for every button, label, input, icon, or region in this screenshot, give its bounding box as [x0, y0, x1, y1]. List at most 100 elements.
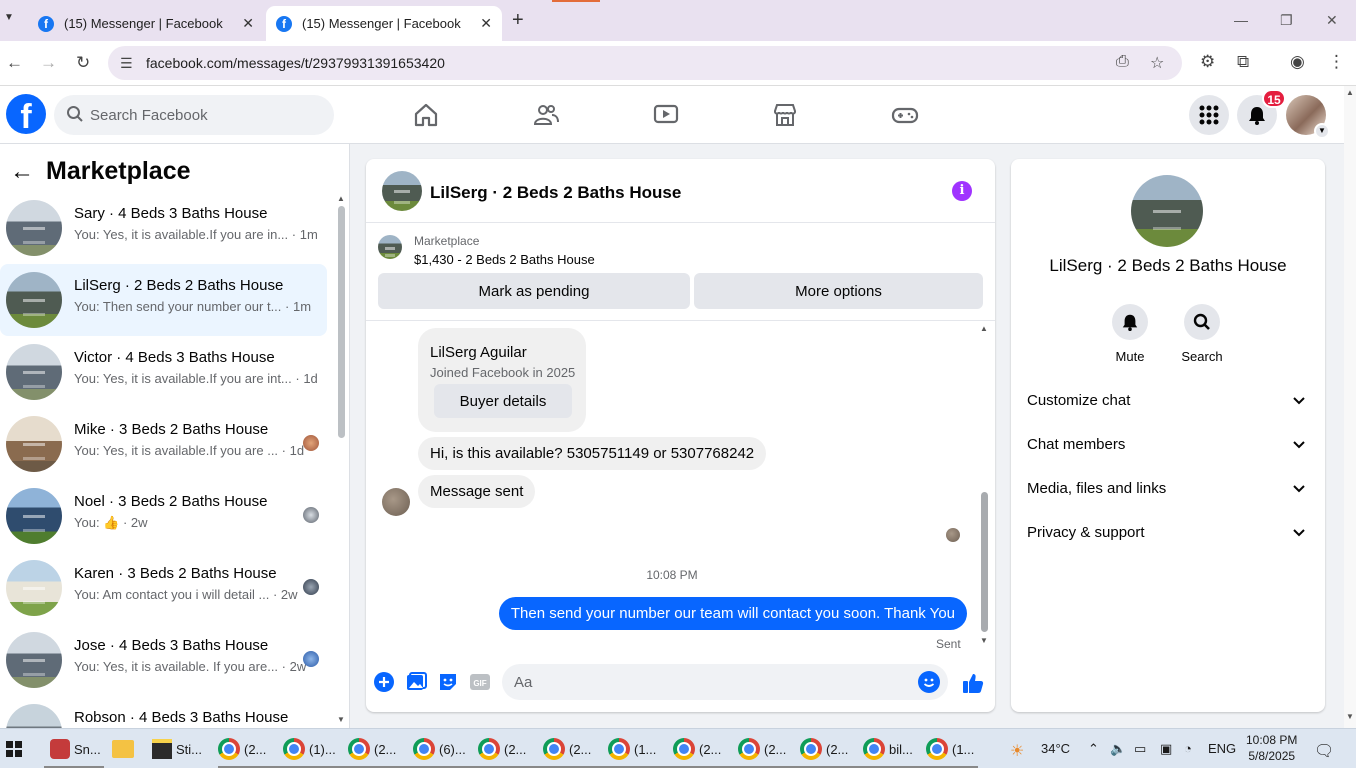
chevron-up-icon[interactable]: ⌃ — [1088, 741, 1099, 757]
sidebar-scrollbar[interactable] — [338, 206, 345, 438]
profile-icon[interactable]: ◉ — [1290, 52, 1305, 72]
close-window-icon[interactable]: ✕ — [1326, 12, 1338, 29]
notification-center-icon[interactable]: 🗨 — [1314, 741, 1334, 761]
emoji-icon[interactable] — [918, 671, 940, 693]
mark-as-pending-button[interactable]: Mark as pending — [378, 273, 690, 309]
conversation-item-selected[interactable]: LilSerg · 2 Beds 2 Baths House You: Then… — [0, 264, 327, 336]
taskbar-app-sticky[interactable]: Sti... — [152, 737, 202, 761]
taskbar-app-explorer[interactable] — [112, 737, 138, 761]
minimize-icon[interactable]: — — [1234, 12, 1248, 28]
install-app-icon[interactable]: ⎙ — [1116, 53, 1129, 71]
battery-icon[interactable]: ▭ — [1134, 741, 1146, 757]
mute-button[interactable]: Mute — [1100, 304, 1160, 364]
taskbar-app-chrome[interactable]: bil... — [863, 737, 913, 761]
conversation-item[interactable]: Victor · 4 Beds 3 Baths House You: Yes, … — [0, 336, 327, 408]
taskbar-app-chrome[interactable]: (2... — [478, 737, 526, 761]
taskbar-app-chrome[interactable]: (2... — [348, 737, 396, 761]
account-avatar[interactable]: ▼ — [1286, 95, 1330, 139]
system-clock[interactable]: 10:08 PM 5/8/2025 — [1246, 732, 1297, 764]
site-info-icon[interactable]: ☰ — [120, 55, 133, 72]
marketplace-icon[interactable] — [771, 101, 799, 129]
wifi-icon[interactable]: ◔ — [1184, 741, 1192, 756]
browser-menu-icon[interactable]: ⋮ — [1328, 52, 1345, 72]
sticker-icon[interactable] — [437, 671, 459, 693]
close-tab-icon[interactable]: ✕ — [480, 15, 492, 32]
taskbar-app-chrome[interactable]: (6)... — [413, 737, 466, 761]
facebook-logo[interactable]: f — [6, 94, 46, 134]
privacy-support-row[interactable]: Privacy & support — [1027, 524, 1311, 548]
browser-tab-1[interactable]: f (15) Messenger | Facebook ✕ — [28, 6, 264, 41]
gif-icon[interactable]: GIF — [469, 671, 491, 693]
speaker-icon[interactable]: 🔈 — [1110, 741, 1126, 757]
conversation-item[interactable]: Noel · 3 Beds 2 Baths House You: 👍 · 2w — [0, 480, 327, 552]
scroll-up-arrow-icon[interactable]: ▲ — [980, 324, 988, 333]
address-bar[interactable]: ☰ facebook.com/messages/t/29379931391653… — [108, 46, 1182, 80]
reload-icon[interactable]: ↻ — [76, 53, 90, 73]
taskbar-app-chrome[interactable]: (1... — [608, 737, 656, 761]
chat-avatar-large[interactable] — [1131, 175, 1203, 247]
menu-grid-button[interactable] — [1189, 95, 1229, 135]
taskbar-app-chrome[interactable]: (2... — [673, 737, 721, 761]
friends-icon[interactable] — [532, 101, 560, 129]
scroll-down-arrow-icon[interactable]: ▼ — [337, 715, 345, 724]
photo-icon[interactable] — [405, 671, 427, 693]
back-arrow-icon[interactable]: ← — [6, 53, 23, 73]
scroll-up-arrow-icon[interactable]: ▲ — [1346, 88, 1354, 97]
search-input[interactable]: Search Facebook — [54, 95, 334, 135]
plus-circle-icon[interactable] — [373, 671, 395, 693]
restore-icon[interactable]: ❐ — [1280, 12, 1293, 29]
conversation-item[interactable]: Sary · 4 Beds 3 Baths House You: Yes, it… — [0, 192, 327, 264]
extensions-icon[interactable]: ⧉ — [1237, 52, 1249, 72]
message-input[interactable]: Aa — [502, 664, 948, 700]
conversation-item[interactable]: Robson · 4 Beds 3 Baths House — [0, 696, 327, 728]
browser-tab-strip: ▼ f (15) Messenger | Facebook ✕ f (15) M… — [0, 0, 1356, 41]
temperature[interactable]: 34°C — [1041, 741, 1070, 756]
taskbar-app-snipping[interactable]: Sn... — [50, 737, 101, 761]
listing-price-title[interactable]: $1,430 - 2 Beds 2 Baths House — [414, 252, 595, 267]
scroll-down-arrow-icon[interactable]: ▼ — [980, 636, 988, 645]
thumbs-up-icon[interactable] — [961, 671, 985, 695]
media-files-links-row[interactable]: Media, files and links — [1027, 480, 1311, 504]
taskbar-app-chrome[interactable]: (1... — [926, 737, 974, 761]
conversation-item[interactable]: Karen · 3 Beds 2 Baths House You: Am con… — [0, 552, 327, 624]
display-icon[interactable]: ▣ — [1160, 741, 1172, 757]
back-arrow-icon[interactable]: ← — [10, 158, 34, 186]
language-indicator[interactable]: ENG — [1208, 741, 1236, 756]
forward-arrow-icon[interactable]: → — [40, 53, 57, 73]
bookmark-star-icon[interactable]: ☆ — [1150, 53, 1164, 73]
scroll-down-arrow-icon[interactable]: ▼ — [1346, 712, 1354, 721]
scroll-up-arrow-icon[interactable]: ▲ — [337, 194, 345, 203]
assistant-icon[interactable]: ⚙ — [1200, 52, 1215, 72]
customize-chat-row[interactable]: Customize chat — [1027, 392, 1311, 416]
buyer-details-button[interactable]: Buyer details — [434, 384, 572, 418]
page-scrollbar[interactable]: ▲ ▼ — [1344, 86, 1356, 728]
grid-icon — [1199, 105, 1219, 125]
new-tab-plus-icon[interactable]: + — [512, 9, 524, 32]
conversation-item[interactable]: Mike · 3 Beds 2 Baths House You: Yes, it… — [0, 408, 327, 480]
sender-avatar[interactable] — [382, 488, 410, 516]
taskbar-label: bil... — [889, 741, 913, 757]
search-conversation-button[interactable]: Search — [1172, 304, 1232, 364]
taskbar-app-chrome[interactable]: (2... — [218, 737, 266, 761]
info-icon[interactable]: i — [952, 181, 972, 201]
windows-start-icon[interactable] — [6, 741, 22, 757]
gaming-icon[interactable] — [891, 101, 919, 129]
chat-title[interactable]: LilSerg · 2 Beds 2 Baths House — [430, 183, 681, 203]
browser-tab-2[interactable]: f (15) Messenger | Facebook ✕ — [266, 6, 502, 41]
taskbar-app-chrome[interactable]: (2... — [800, 737, 848, 761]
tab-search-chevron-icon[interactable]: ▼ — [4, 12, 14, 23]
marketplace-conversation-list: ← Marketplace Sary · 4 Beds 3 Baths Hous… — [0, 144, 350, 728]
chat-scrollbar[interactable] — [981, 492, 988, 632]
video-icon[interactable] — [652, 101, 680, 129]
close-tab-icon[interactable]: ✕ — [242, 15, 254, 32]
taskbar-app-chrome[interactable]: (2... — [543, 737, 591, 761]
conversation-item[interactable]: Jose · 4 Beds 3 Baths House You: Yes, it… — [0, 624, 327, 696]
listing-thumbnail[interactable] — [378, 235, 402, 259]
home-icon[interactable] — [412, 101, 440, 129]
taskbar-app-chrome[interactable]: (2... — [738, 737, 786, 761]
taskbar-app-chrome[interactable]: (1)... — [283, 737, 336, 761]
more-options-button[interactable]: More options — [694, 273, 983, 309]
chat-members-row[interactable]: Chat members — [1027, 436, 1311, 460]
chat-avatar[interactable] — [382, 171, 422, 211]
weather-icon[interactable]: ☀ — [1010, 741, 1024, 761]
